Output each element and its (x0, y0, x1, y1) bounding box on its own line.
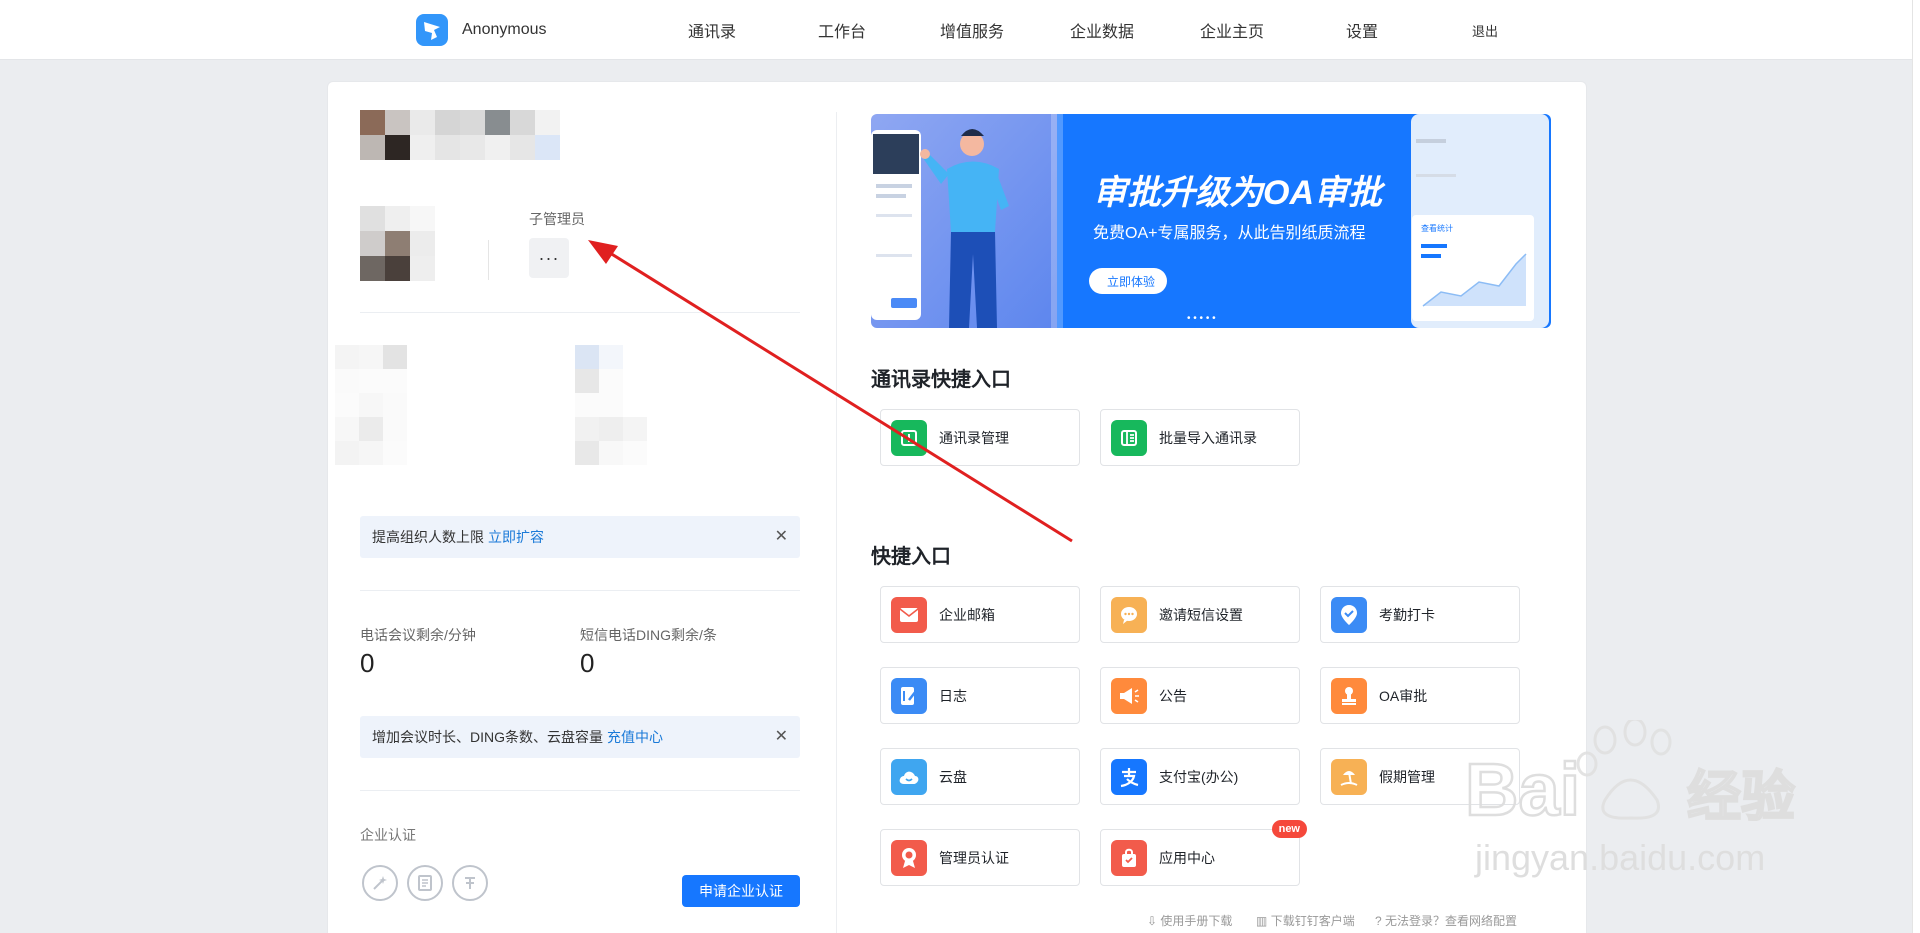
watermark-brand2: 经验 (1687, 765, 1795, 828)
baidu-watermark: Bai 经验 jingyan.baidu.com (1464, 717, 1805, 895)
watermark-url: jingyan.baidu.com (1474, 837, 1765, 878)
watermark-brand: Bai (1465, 748, 1580, 831)
